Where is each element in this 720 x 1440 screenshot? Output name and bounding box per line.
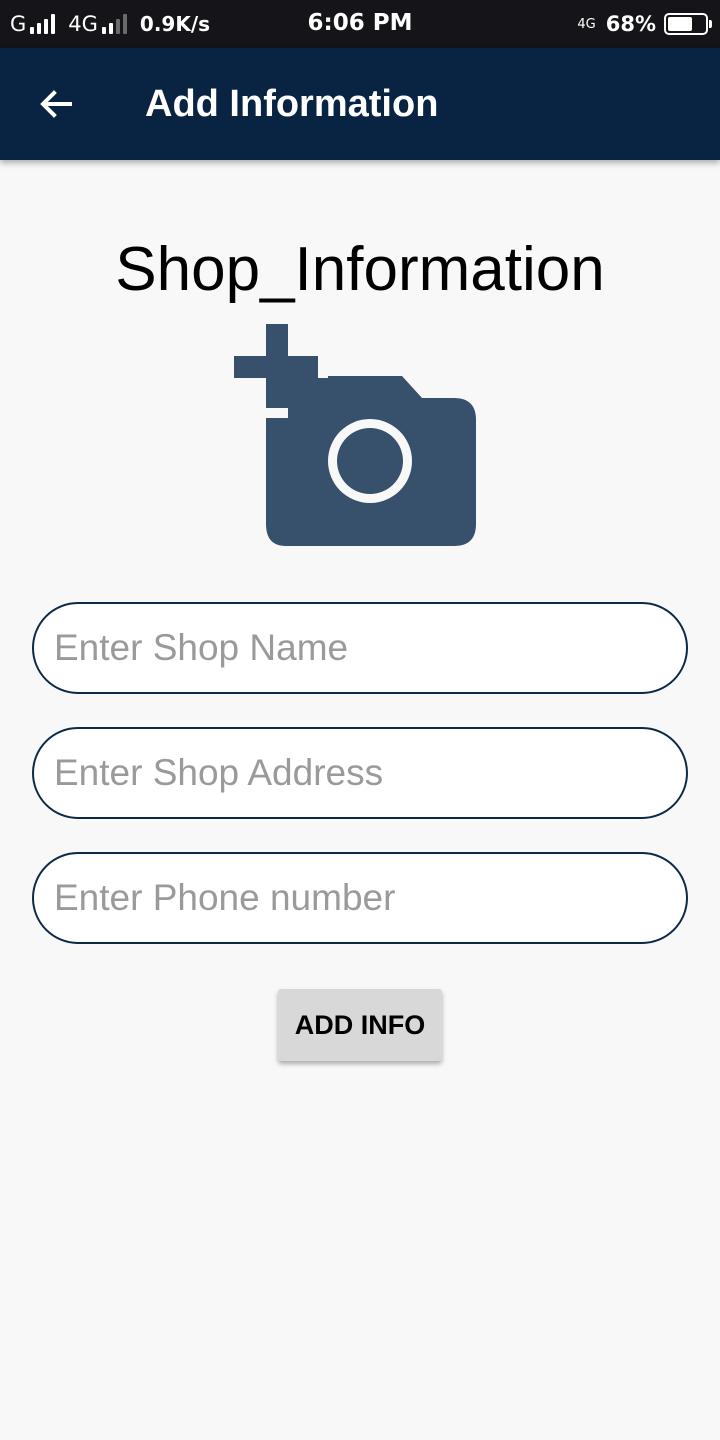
section-heading: Shop_Information [115,235,605,304]
battery-percent: 68% [605,12,656,36]
shop-address-field [32,727,688,819]
lte-indicator-icon: 4G [577,16,596,32]
shop-name-input[interactable] [34,604,686,692]
shop-name-field [32,602,688,694]
phone-number-field [32,852,688,944]
battery-fill [668,17,693,31]
app-bar: Add Information [0,48,720,160]
status-bar: G 4G 0.9K/s 6:06 PM 4G 68% [0,0,720,48]
page-title: Add Information [145,83,439,125]
add-info-button[interactable]: ADD INFO [278,989,442,1061]
battery-icon [664,13,712,35]
status-right: 4G 68% [577,10,712,38]
back-arrow-icon[interactable] [36,84,76,124]
shop-address-input[interactable] [34,729,686,817]
phone-number-input[interactable] [34,854,686,942]
add-photo-icon[interactable] [232,322,478,548]
